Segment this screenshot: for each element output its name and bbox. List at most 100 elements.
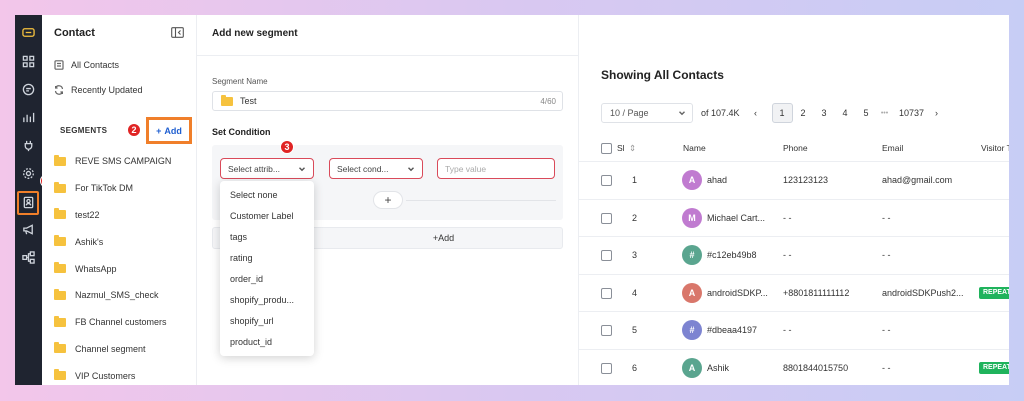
segment-item[interactable]: Ashik's [54,228,194,255]
table-row[interactable]: 3 # #c12eb49b8 - - - - [579,236,1009,273]
contact-name[interactable]: ahad [707,175,727,185]
row-checkbox[interactable] [601,287,612,299]
row-checkbox[interactable] [601,175,612,186]
step-badge-3: 3 [280,140,294,154]
column-header-phone: Phone [783,143,808,153]
segment-label: FB Channel customers [75,317,167,328]
chat-icon[interactable] [19,80,38,99]
last-page-button[interactable]: 10737 [893,103,931,123]
contact-sidebar: Contact All Contacts Recently Updated SE… [42,15,197,385]
contact-email: - - [882,212,891,223]
column-header-visitor: Visitor T [981,143,1009,153]
contact-phone: - - [783,250,792,260]
column-header-name: Name [683,143,706,153]
segment-item[interactable]: For TikTok DM [54,175,194,202]
contact-name[interactable]: Michael Cart... [707,213,765,223]
column-header-email: Email [882,143,904,153]
contact-name[interactable]: Ashik [707,363,729,373]
workflow-icon[interactable] [19,248,38,267]
condition-select-value: Select cond... [337,163,389,174]
segment-item[interactable]: FB Channel customers [54,309,194,336]
segment-item[interactable]: Channel segment [54,336,194,363]
row-checkbox[interactable] [601,325,612,336]
sidebar-item-recently-updated[interactable]: Recently Updated [54,85,143,95]
segment-item[interactable]: WhatsApp [54,255,194,282]
analytics-icon[interactable] [19,108,38,127]
dropdown-option[interactable]: Select none [220,184,314,205]
condition-select[interactable]: Select cond... [329,158,423,179]
contact-name[interactable]: #dbeaa4197 [707,325,757,335]
campaign-icon[interactable] [19,220,38,239]
table-row[interactable]: 4 AandroidSDKP... +8801811111112 androidSDK… [579,273,1009,311]
contact-name[interactable]: androidSDKP... [707,288,768,298]
add-segment-label: Add [164,125,182,136]
dropdown-option[interactable]: order_id [220,268,314,289]
dropdown-option[interactable]: rating [220,247,314,268]
page-button[interactable]: 1 [771,103,793,123]
sidebar-item-label: Recently Updated [71,85,143,95]
contact-phone: - - [783,325,792,335]
table-row[interactable]: 6 A Ashik 8801844015750 - - REPEAT [579,348,1009,386]
page-button[interactable]: 2 [793,103,814,123]
avatar: A [682,170,702,190]
segment-item[interactable]: test22 [54,202,194,229]
contact-card-icon [54,60,64,70]
page-button[interactable]: 4 [835,103,856,123]
logo-icon[interactable] [19,23,38,42]
dropdown-option[interactable]: Customer Label [220,205,314,226]
folder-icon [54,315,66,327]
column-header-sl[interactable]: Sl [617,143,625,153]
segment-item[interactable]: REVE SMS CAMPAIGN [54,148,194,175]
segment-name-value: Test [240,96,257,106]
add-segment-button[interactable]: + Add [146,117,192,144]
contact-phone: - - [783,212,792,223]
sidebar-item-label: All Contacts [71,60,120,70]
dropdown-option[interactable]: shopify_url [220,311,314,332]
sidebar-title: Contact [54,27,95,39]
divider [406,200,556,201]
add-condition-button[interactable]: + [373,191,403,209]
table-row[interactable]: 1 Aahad 123123123 ahad@gmail.com [579,161,1009,198]
dropdown-option[interactable]: tags [220,226,314,247]
segment-label: VIP Customers [75,370,136,381]
collapse-sidebar-icon[interactable] [171,27,184,38]
folder-icon [54,342,66,354]
value-input[interactable]: Type value [437,158,555,179]
segment-label: WhatsApp [75,263,117,274]
table-row[interactable]: 5 # #dbeaa4197 - - - - [579,311,1009,348]
sidebar-item-all-contacts[interactable]: All Contacts [54,60,119,70]
dropdown-option[interactable]: shopify_produ... [220,289,314,310]
contact-name[interactable]: #c12eb49b8 [707,250,757,260]
form-title: Add new segment [212,28,298,39]
dashboard-icon[interactable] [19,52,38,71]
prev-page-button[interactable]: ‹ [746,103,766,123]
settings-icon[interactable] [19,164,38,183]
dropdown-option[interactable]: product_id [220,332,314,353]
chevron-down-icon [299,166,305,171]
segment-name-input[interactable]: Test 4/60 [212,91,563,111]
segment-item[interactable]: Nazmul_SMS_check [54,282,194,309]
segment-item[interactable]: VIP Customers [54,362,194,385]
page-size-value: 10 / Page [610,108,649,118]
row-checkbox[interactable] [601,250,612,261]
row-sl: 2 [632,212,638,223]
select-all-checkbox[interactable] [601,143,612,154]
row-sl: 1 [632,175,638,185]
page-button[interactable]: 3 [814,103,835,123]
next-page-button[interactable]: › [931,103,943,123]
page-size-select[interactable]: 10 / Page [601,103,693,123]
row-checkbox[interactable] [601,362,612,374]
page-ellipsis[interactable]: ••• [877,103,893,123]
page-button[interactable]: 5 [856,103,877,123]
avatar: # [682,245,702,265]
table-row[interactable]: 2 M Michael Cart... - - - - [579,198,1009,236]
folder-icon [54,208,66,220]
folder-icon [54,154,66,166]
row-sl: 3 [632,250,638,260]
sort-icon[interactable]: ⇕ [629,143,636,154]
row-checkbox[interactable] [601,212,612,224]
plug-icon[interactable] [19,136,38,155]
segment-label: REVE SMS CAMPAIGN [75,156,172,167]
contacts-icon[interactable] [19,193,38,212]
attribute-select[interactable]: Select attrib... [220,158,314,179]
